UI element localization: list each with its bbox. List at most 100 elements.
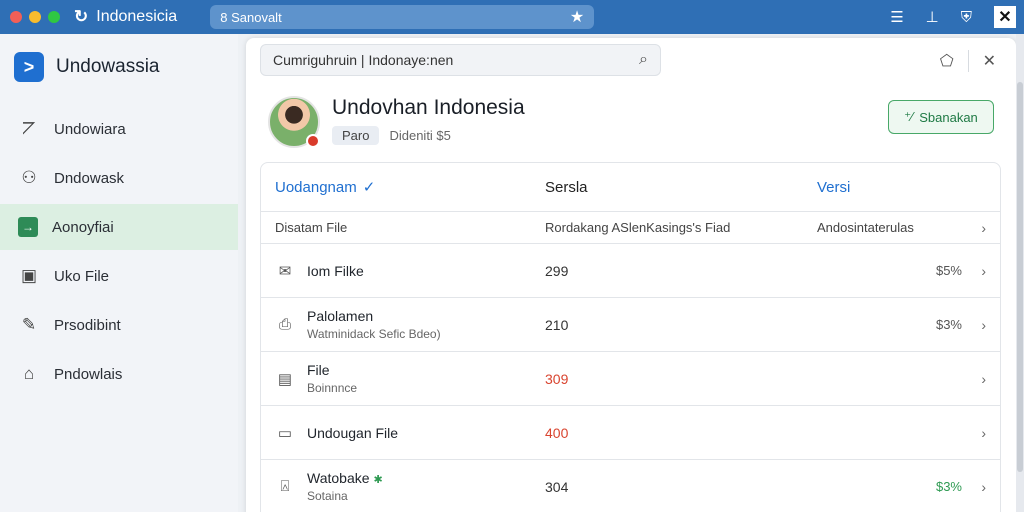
- sidebar-item-1[interactable]: ⚇ Dndowask: [0, 155, 238, 201]
- user-icon: ⚇: [21, 168, 37, 187]
- shield-icon[interactable]: ⛨: [961, 9, 972, 26]
- row-subtitle: Boinnnce: [307, 381, 358, 395]
- column-header-version[interactable]: Versi: [803, 179, 1000, 196]
- row-value: 299: [545, 262, 569, 279]
- scrollbar-thumb[interactable]: [1017, 82, 1023, 472]
- close-icon[interactable]: ✕: [983, 51, 996, 71]
- column-header-name-label: Uodangnam: [275, 179, 357, 196]
- chevron-right-icon: ›: [981, 478, 986, 495]
- list-icon[interactable]: ☰: [890, 8, 903, 26]
- row-title: Palolamen: [307, 308, 374, 324]
- table-subheader[interactable]: Disatam File Rordakang ASlenKasings's Fi…: [260, 212, 1001, 244]
- table-row[interactable]: ⎙ Palolamen Watminidack Sefic Bdeo) 210 …: [260, 298, 1001, 352]
- row-subtitle: Watminidack Sefic Bdeo): [307, 327, 441, 341]
- building-icon: ⌂: [23, 364, 35, 383]
- primary-action-label: Sbanakan: [919, 109, 978, 125]
- arrow-icon: →: [18, 217, 38, 237]
- pin-icon[interactable]: ⊥: [926, 8, 939, 26]
- row-title: File: [307, 362, 330, 378]
- profile-meta: Paro Dideniti $5: [332, 126, 525, 145]
- table-row[interactable]: ⍓ Watobake ✱ Sotaina 304 $3% ›: [260, 460, 1001, 512]
- close-window-button[interactable]: [10, 11, 22, 23]
- sidebar: > Undowassia ⦢ Undowiara ⚇ Dndowask → Ao…: [0, 34, 238, 512]
- address-bar[interactable]: 8 Sanovalt ★: [210, 5, 595, 29]
- row-value: 400: [545, 424, 569, 441]
- subheader-cell: Disatam File: [275, 220, 348, 235]
- status-badge: [306, 134, 320, 148]
- row-value: 309: [545, 370, 569, 387]
- avatar[interactable]: [268, 96, 320, 148]
- chart-icon: ⦢: [22, 119, 36, 138]
- chevron-right-icon: ›: [981, 316, 986, 333]
- sidebar-item-3[interactable]: ▣ Uko File: [0, 253, 238, 299]
- search-icon[interactable]: ⌕: [639, 51, 648, 69]
- profile-tag[interactable]: Paro: [332, 126, 380, 145]
- sidebar-item-label: Prsodibint: [54, 316, 121, 334]
- table-row[interactable]: ▭ Undougan File 400 ›: [260, 406, 1001, 460]
- brand[interactable]: > Undowassia: [0, 34, 238, 100]
- doc-icon: ⎙: [278, 316, 291, 333]
- brand-name: Undowassia: [56, 56, 160, 77]
- row-subtitle: Sotaina: [307, 489, 348, 503]
- table-row[interactable]: ✉ Iom Filke 299 $5% ›: [260, 244, 1001, 298]
- brand-logo-icon: >: [14, 52, 44, 82]
- bookmark-icon[interactable]: ⬠: [940, 51, 954, 71]
- image-icon: ▣: [20, 266, 38, 285]
- sparkle-icon: ✱: [373, 474, 383, 486]
- files-table: Uodangnam ✓ Sersla Versi Disatam File Ror…: [260, 162, 1001, 512]
- sidebar-item-label: Aonoyfiai: [52, 218, 114, 236]
- window-controls: [10, 11, 60, 23]
- scrollbar[interactable]: [1016, 34, 1024, 512]
- row-title: Undougan File: [307, 424, 399, 441]
- sparkle-icon: ⁺⁄: [904, 109, 914, 124]
- divider: [967, 50, 969, 72]
- column-header-series[interactable]: Sersla: [531, 179, 803, 196]
- row-extra: $3%: [935, 479, 962, 494]
- row-value: 210: [545, 316, 569, 333]
- sidebar-item-4[interactable]: ✎ Prsodibint: [0, 302, 238, 348]
- titlebar-actions: ☰ ⊥ ⛨ ✕: [890, 0, 1016, 34]
- star-icon[interactable]: ★: [570, 7, 584, 27]
- app-title: Indonesicia: [96, 8, 178, 25]
- chevron-right-icon: ›: [981, 262, 986, 279]
- main-panel: Cumriguhruin | Indonaye:nen ⌕ ⬠ ✕ Undovh…: [246, 38, 1016, 512]
- check-icon: ✓: [362, 179, 376, 196]
- row-extra: $5%: [935, 263, 962, 278]
- window-titlebar: ↻ Indonesicia 8 Sanovalt ★ ☰ ⊥ ⛨ ✕: [0, 0, 1024, 34]
- reload-icon[interactable]: ↻: [74, 7, 88, 27]
- profile-info: Undovhan Indonesia Paro Dideniti $5: [332, 96, 525, 145]
- row-title: Iom Filke: [307, 262, 364, 279]
- panel-actions: ⬠ ✕: [940, 50, 996, 72]
- mail-icon: ✉: [278, 262, 292, 280]
- table-header: Uodangnam ✓ Sersla Versi: [260, 162, 1001, 212]
- subheader-cell: Andosintaterulas: [817, 220, 914, 235]
- maximize-window-button[interactable]: [48, 11, 60, 23]
- sidebar-item-2[interactable]: → Aonoyfiai: [0, 204, 238, 250]
- brand-x-icon[interactable]: ✕: [994, 6, 1016, 28]
- chevron-right-icon: ›: [981, 219, 986, 236]
- column-header-name[interactable]: Uodangnam ✓: [261, 178, 531, 196]
- sidebar-item-label: Dndowask: [54, 169, 125, 187]
- table-row[interactable]: ▤ File Boinnnce 309 ›: [260, 352, 1001, 406]
- minimize-window-button[interactable]: [29, 11, 41, 23]
- sidebar-item-label: Pndowlais: [54, 365, 123, 383]
- primary-action-button[interactable]: ⁺⁄ Sbanakan: [888, 100, 994, 134]
- sidebar-item-0[interactable]: ⦢ Undowiara: [0, 106, 238, 152]
- pen-icon: ✎: [21, 315, 37, 334]
- archive-icon: ▭: [277, 424, 293, 442]
- sidebar-item-label: Uko File: [54, 267, 110, 285]
- chevron-right-icon: ›: [981, 370, 986, 387]
- subheader-cell: Rordakang ASlenKasings's Fiad: [545, 220, 731, 235]
- profile-header: Undovhan Indonesia Paro Dideniti $5: [268, 96, 525, 148]
- search-input[interactable]: Cumriguhruin | Indonaye:nen ⌕: [260, 44, 661, 76]
- row-title: Watobake ✱: [307, 470, 383, 486]
- row-value: 304: [545, 478, 569, 495]
- sidebar-item-label: Undowiara: [54, 120, 126, 138]
- sidebar-nav: ⦢ Undowiara ⚇ Dndowask → Aonoyfiai ▣ Uko…: [0, 106, 238, 397]
- lock-icon: ⍓: [280, 478, 290, 495]
- sidebar-item-5[interactable]: ⌂ Pndowlais: [0, 351, 238, 397]
- address-text: 8 Sanovalt: [220, 9, 282, 25]
- page-title: Undovhan Indonesia: [332, 96, 525, 119]
- row-title-text: Watobake: [307, 470, 370, 486]
- chevron-right-icon: ›: [981, 424, 986, 441]
